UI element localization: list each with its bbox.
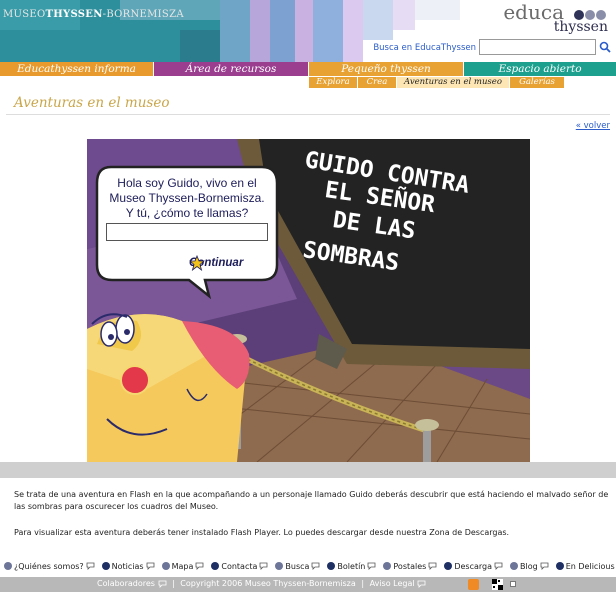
tab-label: Educathyssen informa [17, 63, 136, 75]
back-link[interactable]: « volver [576, 121, 610, 131]
footer-link-busca[interactable]: Busca [275, 562, 320, 571]
bullet-icon [101, 562, 110, 570]
museum-logo-light: MUSEO [3, 9, 46, 20]
tab-espacio-abierto[interactable]: Espacio abierto [464, 62, 616, 76]
bubble-text: Hola soy Guido, vivo en el Museo Thyssen… [99, 176, 275, 221]
footer-link-label: Contacta [221, 561, 258, 571]
flash-player-note: Para visualizar esta aventura deberás te… [14, 528, 510, 537]
footer-text: Colaboradores | Copyright 2006 Museo Thy… [97, 579, 426, 588]
speech-bubble-icon [146, 562, 154, 570]
footer-link-label: Boletín [337, 561, 366, 571]
tab-label: Área de recursos [185, 63, 277, 75]
page-title: Aventuras en el museo [14, 95, 170, 111]
subnav-label: Explora [316, 77, 350, 87]
subnav-item-explora[interactable]: Explora [309, 77, 357, 88]
subnav-item-galerias[interactable]: Galerías [510, 77, 564, 88]
qr-code-icon[interactable] [492, 579, 503, 590]
bullet-icon [327, 562, 336, 570]
search-label: Busca en EducaThyssen [373, 43, 476, 53]
subnav-item-aventuras-en-el-museo[interactable]: Aventuras en el museo [397, 77, 509, 88]
footer-link-descarga[interactable]: Descarga [444, 562, 503, 571]
bullet-icon [444, 562, 453, 570]
tab-pequeno-thyssen[interactable]: Pequeño thyssen [309, 62, 463, 76]
museum-logo-tail: -BORNEMISZA [102, 9, 184, 20]
educathyssen-logo[interactable]: educa thyssen [503, 2, 608, 34]
footer-link-label: En Delicious [565, 561, 615, 571]
square-icon [510, 581, 516, 587]
tab-educathyssen-informa[interactable]: Educathyssen informa [0, 62, 153, 76]
speech-bubble-icon [195, 562, 204, 570]
bullet-icon [211, 562, 220, 570]
subnav-item-crea[interactable]: Crea [358, 77, 396, 88]
speech-bubble-icon [367, 562, 376, 570]
tab-label: Espacio abierto [498, 63, 582, 75]
flash-game[interactable]: Hola soy Guido, vivo en el Museo Thyssen… [87, 139, 530, 462]
speech-bubble-icon [259, 562, 268, 570]
footer-link-label: ¿Quiénes somos? [14, 561, 84, 571]
speech-bubble-icon [494, 562, 503, 570]
footer-link-noticias[interactable]: Noticias [101, 561, 155, 571]
logo-dots-icon [573, 10, 606, 22]
rss-icon[interactable] [468, 579, 479, 590]
bullet-icon [275, 562, 284, 570]
museum-logo[interactable]: MUSEOTHYSSEN-BORNEMISZA [3, 9, 184, 20]
tab-area-de-recursos[interactable]: Área de recursos [154, 62, 308, 76]
bubble-line: Y tú, ¿cómo te llamas? [125, 206, 249, 220]
bullet-icon [4, 562, 12, 570]
bubble-line: Museo Thyssen-Bornemisza. [109, 191, 265, 205]
tab-label: Pequeño thyssen [341, 63, 431, 75]
subnav-label: Galerías [519, 77, 555, 87]
board-title: GUIDO CONTRA EL SEÑOR DE LAS SOMBRAS [299, 145, 527, 276]
colaboradores-link[interactable]: Colaboradores [97, 579, 155, 588]
search-input[interactable] [479, 39, 596, 55]
footer-link-mapa[interactable]: Mapa [161, 561, 205, 571]
bullet-icon [161, 562, 170, 570]
footer-links: ¿Quiénes somos? Noticias Mapa Contacta B… [0, 560, 616, 572]
main-nav: Educathyssen informa Área de recursos Pe… [0, 62, 616, 76]
footer-link-delicious[interactable]: En Delicious [555, 561, 616, 571]
search-icon[interactable] [598, 40, 612, 54]
footer-link-label: Descarga [454, 561, 493, 571]
footer-link-blog[interactable]: Blog [510, 562, 549, 571]
footer-link-quienes-somos[interactable]: ¿Quiénes somos? [4, 562, 95, 571]
footer-link-label: Noticias [111, 561, 144, 571]
speech-bubble-icon [312, 562, 320, 570]
sub-nav: Explora Crea Aventuras en el museo Galer… [0, 77, 616, 88]
footer-bar: Colaboradores | Copyright 2006 Museo Thy… [0, 577, 616, 592]
subnav-label: Crea [366, 77, 388, 87]
speech-bubble-icon [417, 580, 426, 588]
museum-logo-bold: THYSSEN [45, 9, 103, 20]
title-divider [6, 114, 610, 115]
footer-link-label: Blog [520, 561, 538, 571]
aviso-legal-link[interactable]: Aviso Legal [370, 579, 415, 588]
speech-bubble-icon [540, 562, 549, 570]
star-icon [189, 255, 205, 271]
game-description: Se trata de una aventura en Flash en la … [14, 490, 609, 511]
bullet-icon [510, 562, 519, 570]
speech-bubble-icon [158, 580, 166, 588]
site-header: MUSEOTHYSSEN-BORNEMISZA educa thyssen Bu… [0, 0, 616, 62]
bubble-line: Hola soy Guido, vivo en el [117, 176, 257, 190]
copyright-text: Copyright 2006 Museo Thyssen-Bornemisza [180, 579, 356, 588]
name-input[interactable] [106, 223, 268, 241]
footer-link-label: Busca [285, 561, 310, 571]
continue-button[interactable]: Continuar [189, 255, 243, 271]
divider-band [0, 462, 616, 478]
speech-bubble-icon [428, 562, 437, 570]
bullet-icon [555, 562, 564, 570]
speech-bubble-icon [86, 562, 95, 570]
footer-link-label: Mapa [171, 561, 194, 571]
footer-link-label: Postales [393, 561, 427, 571]
footer-link-boletin[interactable]: Boletín [327, 562, 376, 571]
bullet-icon [383, 562, 392, 570]
footer-link-postales[interactable]: Postales [383, 562, 437, 571]
footer-link-contacta[interactable]: Contacta [211, 562, 268, 571]
subnav-label: Aventuras en el museo [404, 77, 502, 87]
